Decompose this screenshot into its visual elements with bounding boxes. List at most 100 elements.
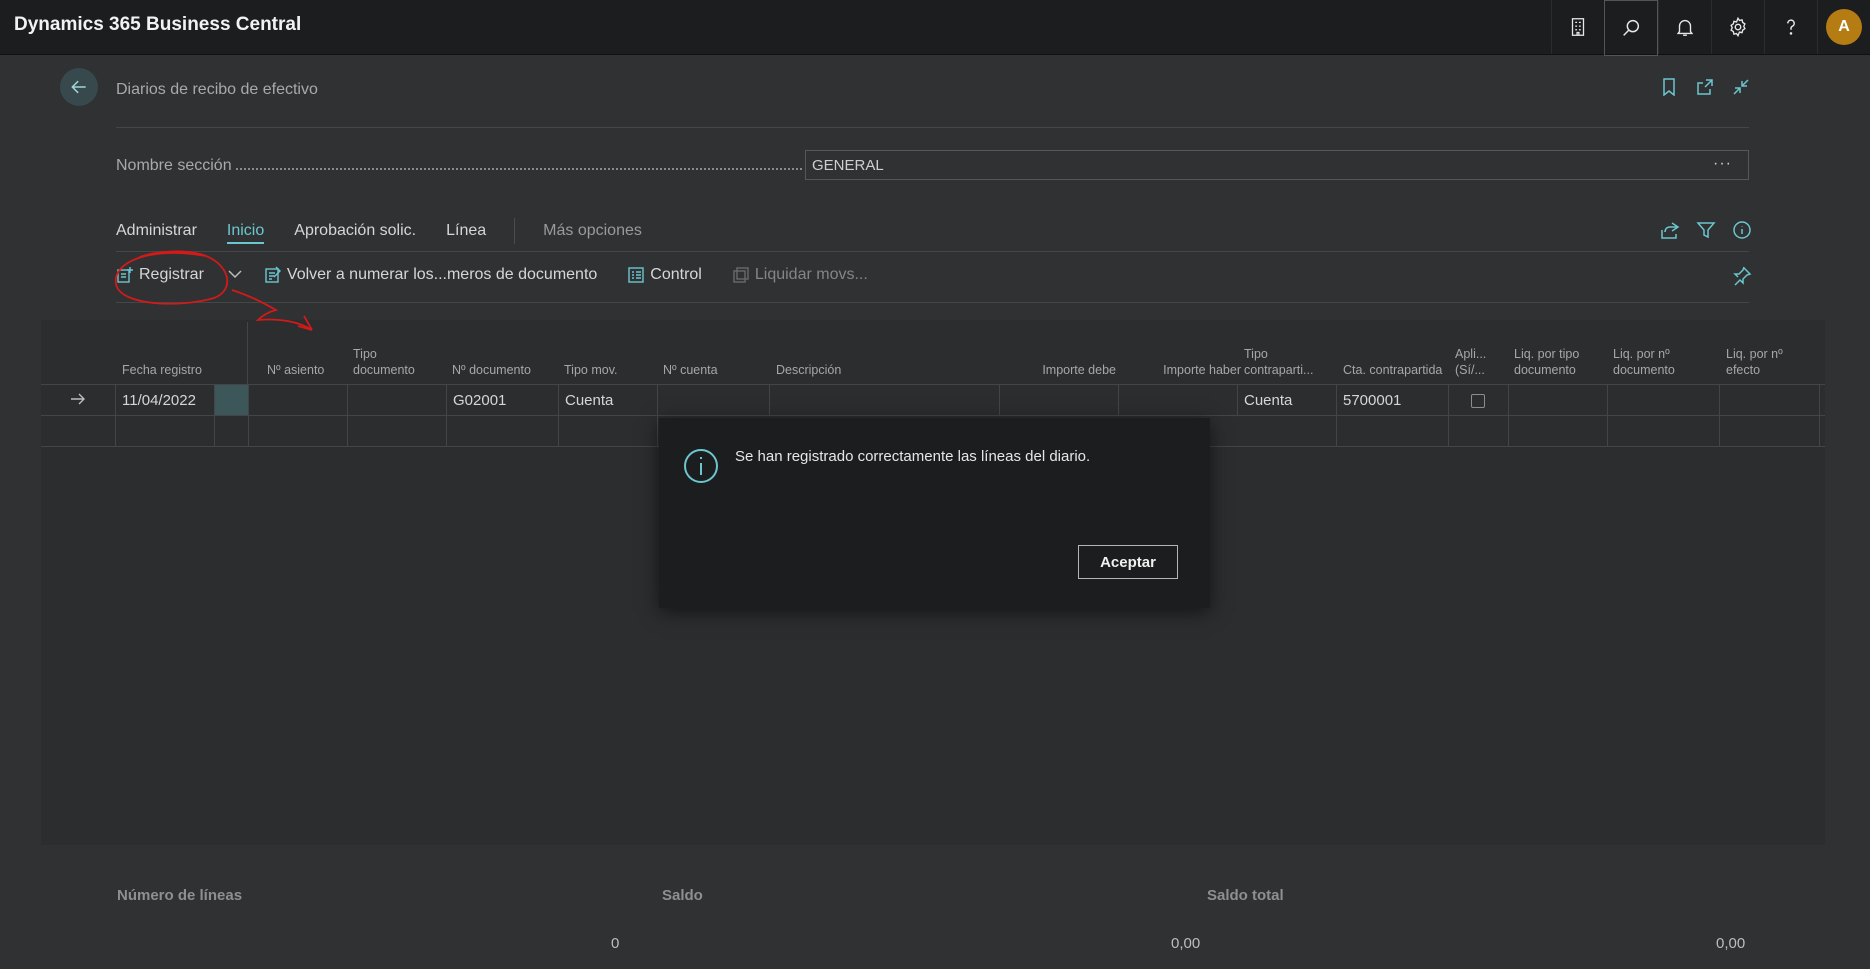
cell-no-asiento[interactable] bbox=[249, 385, 348, 415]
cell-empty[interactable] bbox=[447, 416, 559, 446]
column-no-asiento[interactable]: Nº asiento bbox=[267, 362, 347, 378]
post-icon bbox=[116, 266, 134, 284]
bookmark-icon[interactable] bbox=[1658, 76, 1680, 98]
tab-aprobacion[interactable]: Aprobación solic. bbox=[294, 222, 416, 244]
account-button[interactable]: A bbox=[1817, 0, 1870, 54]
pin-icon[interactable] bbox=[1732, 266, 1752, 291]
column-liq-tipo-documento[interactable]: Liq. por tipo documento bbox=[1514, 346, 1604, 378]
cell-no-documento[interactable]: G02001 bbox=[447, 385, 559, 415]
cell-empty[interactable] bbox=[215, 416, 249, 446]
cell-empty[interactable] bbox=[1449, 416, 1509, 446]
column-tipo-contrapartida[interactable]: Tipo contraparti... bbox=[1244, 346, 1334, 378]
search-button[interactable] bbox=[1604, 0, 1658, 56]
cell-empty[interactable] bbox=[249, 416, 348, 446]
renumber-icon bbox=[264, 266, 282, 284]
filter-icon[interactable] bbox=[1696, 220, 1716, 245]
column-importe-haber[interactable]: Importe haber bbox=[1131, 362, 1241, 378]
share-icon[interactable] bbox=[1660, 220, 1680, 245]
table-row[interactable]: 11/04/2022 G02001 Cuenta Cuenta 5700001 bbox=[41, 384, 1825, 416]
checklist-icon bbox=[627, 266, 645, 284]
page-title: Diarios de recibo de efectivo bbox=[116, 81, 318, 98]
accept-button[interactable]: Aceptar bbox=[1078, 545, 1178, 579]
dotted-leader bbox=[235, 168, 802, 170]
cell-empty[interactable] bbox=[1238, 416, 1337, 446]
cell-fecha-registro[interactable]: 11/04/2022 bbox=[116, 385, 215, 415]
column-descripcion[interactable]: Descripción bbox=[776, 362, 896, 378]
top-bar: Dynamics 365 Business Central A bbox=[0, 0, 1870, 56]
cell-empty[interactable] bbox=[348, 416, 447, 446]
column-liq-no-efecto[interactable]: Liq. por nº efecto bbox=[1726, 346, 1816, 378]
post-button[interactable]: Registrar bbox=[116, 266, 204, 284]
column-no-cuenta[interactable]: Nº cuenta bbox=[663, 362, 763, 378]
apply-entries-label: Liquidar movs... bbox=[754, 266, 868, 283]
cell-empty bbox=[41, 416, 116, 446]
header-actions bbox=[1658, 76, 1752, 98]
notifications-button[interactable] bbox=[1658, 0, 1711, 54]
control-label: Control bbox=[650, 266, 702, 283]
action-tabs: Administrar Inicio Aprobación solic. Lín… bbox=[116, 218, 672, 244]
cell-no-cuenta[interactable] bbox=[658, 385, 770, 415]
renumber-label: Volver a numerar los...meros de document… bbox=[286, 266, 598, 283]
cell-empty[interactable] bbox=[1720, 416, 1820, 446]
cell-aplicado bbox=[1449, 385, 1509, 415]
column-cta-contrapartida[interactable]: Cta. contrapartida bbox=[1343, 362, 1443, 378]
bell-icon bbox=[1676, 19, 1694, 36]
back-button[interactable] bbox=[60, 68, 98, 106]
column-divider bbox=[247, 322, 248, 384]
cell-importe-debe[interactable] bbox=[1000, 385, 1119, 415]
cell-importe-haber[interactable] bbox=[1119, 385, 1238, 415]
batch-name-label: Nombre sección bbox=[116, 157, 802, 175]
balance-value: 0,00 bbox=[1171, 935, 1201, 952]
tab-linea[interactable]: Línea bbox=[446, 222, 486, 244]
action-bar: Registrar Volver a numerar los...meros d… bbox=[116, 266, 898, 284]
tabs-divider bbox=[116, 251, 1749, 252]
settings-button[interactable] bbox=[1711, 0, 1764, 54]
company-button[interactable] bbox=[1551, 0, 1604, 54]
tab-administrar[interactable]: Administrar bbox=[116, 222, 197, 244]
more-options-icon[interactable]: ··· bbox=[1713, 155, 1732, 173]
cell-liq-tipo-documento[interactable] bbox=[1509, 385, 1608, 415]
open-new-window-icon[interactable] bbox=[1694, 76, 1716, 98]
cell-empty[interactable] bbox=[1337, 416, 1449, 446]
apply-entries-button[interactable]: Liquidar movs... bbox=[732, 266, 868, 284]
column-liq-no-documento[interactable]: Liq. por nº documento bbox=[1613, 346, 1703, 378]
cell-tipo-mov[interactable]: Cuenta bbox=[559, 385, 658, 415]
column-no-documento[interactable]: Nº documento bbox=[452, 362, 552, 378]
cell-tipo-contrapartida[interactable]: Cuenta bbox=[1238, 385, 1337, 415]
cell-descripcion[interactable] bbox=[770, 385, 1000, 415]
building-icon bbox=[1571, 18, 1585, 36]
renumber-button[interactable]: Volver a numerar los...meros de document… bbox=[264, 266, 597, 284]
column-aplicado[interactable]: Apli... (Sí/... bbox=[1455, 346, 1499, 378]
grid-header: Fecha registro Nº asiento Tipo documento… bbox=[41, 320, 1825, 384]
help-button[interactable] bbox=[1764, 0, 1817, 54]
cell-liq-no-efecto[interactable] bbox=[1720, 385, 1820, 415]
help-icon bbox=[1787, 19, 1795, 35]
row-indicator-arrow-icon bbox=[41, 385, 116, 415]
list-actions bbox=[1660, 220, 1752, 245]
cell-selected[interactable] bbox=[215, 385, 249, 415]
cell-empty[interactable] bbox=[1608, 416, 1720, 446]
batch-name-field[interactable]: GENERAL bbox=[805, 150, 1749, 180]
cell-cta-contrapartida[interactable]: 5700001 bbox=[1337, 385, 1449, 415]
cell-tipo-documento[interactable] bbox=[348, 385, 447, 415]
cell-empty[interactable] bbox=[116, 416, 215, 446]
page-header: Diarios de recibo de efectivo bbox=[0, 54, 1870, 124]
cell-empty[interactable] bbox=[559, 416, 658, 446]
confirmation-dialog: Se han registrado correctamente las líne… bbox=[659, 418, 1210, 608]
column-tipo-documento[interactable]: Tipo documento bbox=[353, 346, 433, 378]
column-fecha-registro[interactable]: Fecha registro bbox=[122, 362, 202, 378]
applied-checkbox[interactable] bbox=[1471, 394, 1485, 408]
cell-liq-no-documento[interactable] bbox=[1608, 385, 1720, 415]
cell-empty[interactable] bbox=[1509, 416, 1608, 446]
journal-totals: Número de líneas 0 Saldo 0,00 Saldo tota… bbox=[41, 845, 1825, 969]
total-balance-value: 0,00 bbox=[1716, 935, 1746, 952]
info-icon[interactable] bbox=[1732, 220, 1752, 245]
app-title[interactable]: Dynamics 365 Business Central bbox=[14, 14, 301, 36]
column-importe-debe[interactable]: Importe debe bbox=[1016, 362, 1116, 378]
tab-inicio[interactable]: Inicio bbox=[226, 222, 265, 244]
post-dropdown-chevron-icon[interactable] bbox=[228, 266, 242, 284]
tab-mas-opciones[interactable]: Más opciones bbox=[543, 222, 642, 244]
control-button[interactable]: Control bbox=[627, 266, 702, 284]
column-tipo-mov[interactable]: Tipo mov. bbox=[564, 362, 654, 378]
collapse-icon[interactable] bbox=[1730, 76, 1752, 98]
